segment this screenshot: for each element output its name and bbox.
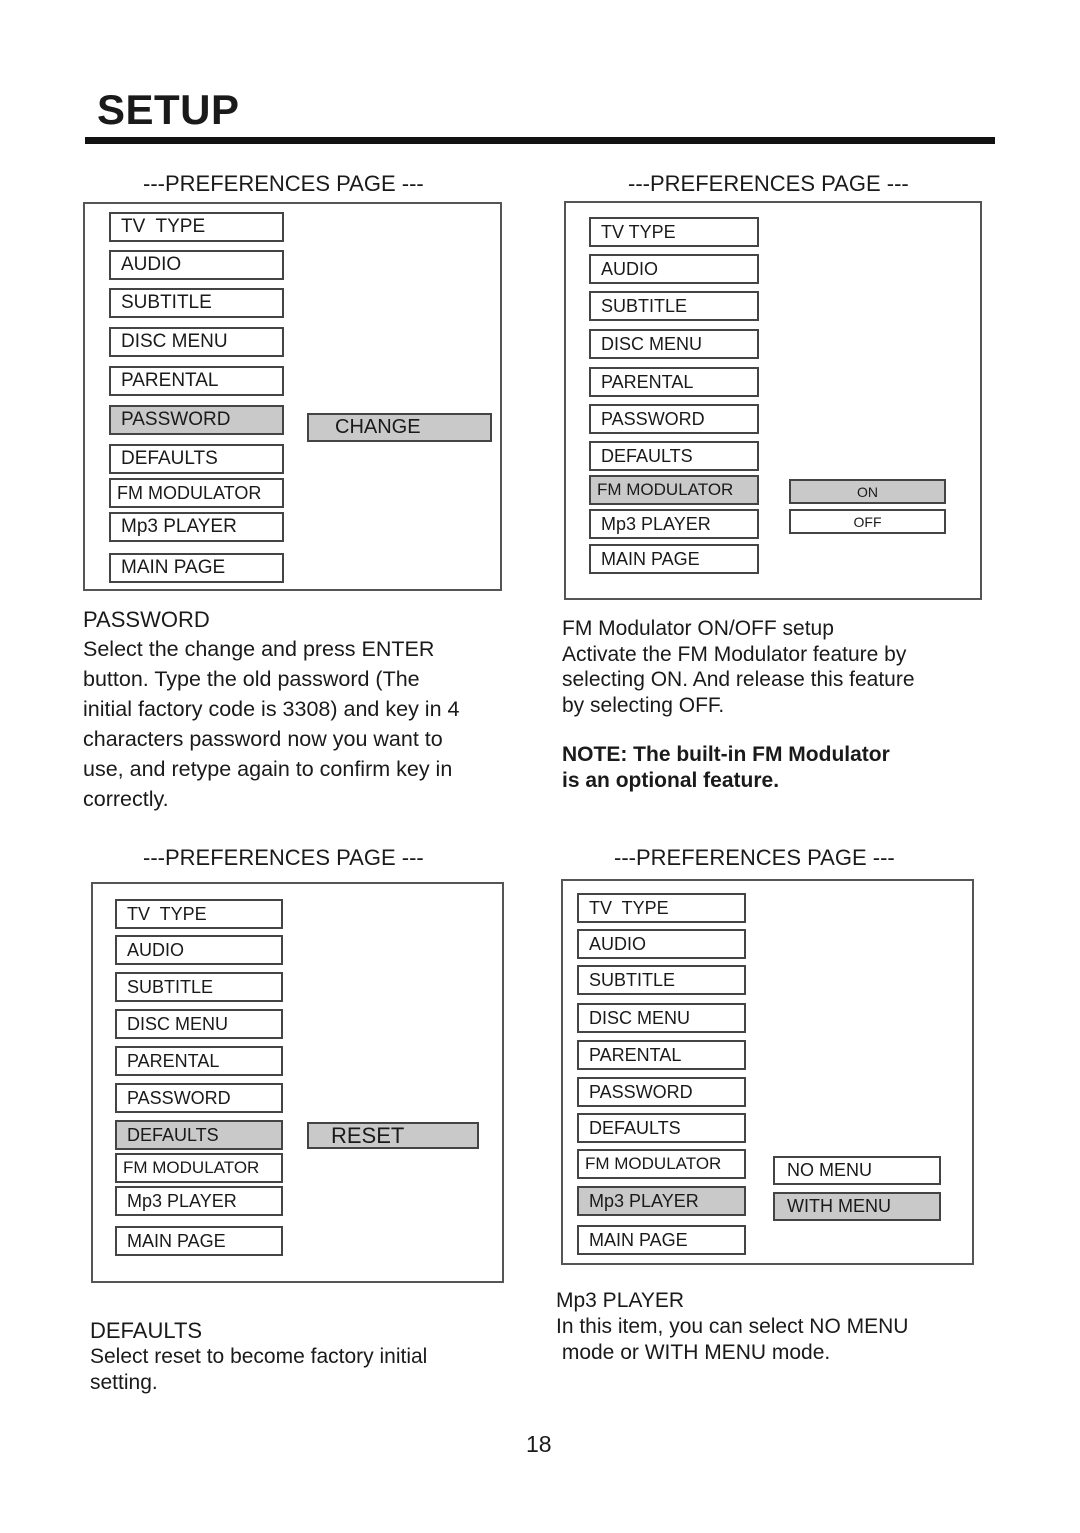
panel-2-heading: ---PREFERENCES PAGE ---	[628, 171, 909, 196]
password-text-line: button. Type the old password (The	[83, 667, 420, 691]
menu-item-password[interactable]: PASSWORD	[577, 1077, 746, 1107]
menu-item-defaults[interactable]: DEFAULTS	[589, 441, 759, 471]
menu-item-defaults[interactable]: DEFAULTS	[115, 1120, 283, 1150]
menu-item-fm-modulator[interactable]: FM MODULATOR	[109, 478, 284, 508]
mp3-text-line: mode or WITH MENU mode.	[556, 1340, 831, 1364]
menu-item-audio[interactable]: AUDIO	[577, 929, 746, 959]
panel-4-heading: ---PREFERENCES PAGE ---	[614, 845, 895, 870]
menu-item-main-page[interactable]: MAIN PAGE	[589, 544, 759, 574]
menu-item-fm-modulator[interactable]: FM MODULATOR	[577, 1149, 746, 1179]
page-number: 18	[526, 1431, 552, 1457]
password-description: PASSWORD Select the change and press ENT…	[83, 606, 533, 814]
panel-1-heading: ---PREFERENCES PAGE ---	[143, 171, 424, 196]
password-text: Select the change and press ENTER button.…	[83, 634, 533, 814]
menu-item-disc-menu[interactable]: DISC MENU	[577, 1003, 746, 1033]
menu-item-password[interactable]: PASSWORD	[109, 405, 284, 435]
fm-text-line: Activate the FM Modulator feature by	[562, 642, 907, 666]
menu-item-subtitle[interactable]: SUBTITLE	[115, 972, 283, 1002]
menu-item-subtitle[interactable]: SUBTITLE	[109, 288, 284, 318]
menu-item-mp3-player[interactable]: Mp3 PLAYER	[589, 509, 759, 539]
preferences-panel-password: TV TYPE AUDIO SUBTITLE DISC MENU PARENTAL PAS…	[83, 202, 502, 591]
menu-item-defaults[interactable]: DEFAULTS	[109, 444, 284, 474]
menu-item-audio[interactable]: AUDIO	[589, 254, 759, 284]
menu-item-subtitle[interactable]: SUBTITLE	[577, 965, 746, 995]
defaults-text-line: setting.	[90, 1370, 158, 1394]
menu-item-mp3-player[interactable]: Mp3 PLAYER	[115, 1186, 283, 1216]
menu-item-disc-menu[interactable]: DISC MENU	[589, 329, 759, 359]
password-heading: PASSWORD	[83, 607, 210, 632]
menu-item-mp3-player[interactable]: Mp3 PLAYER	[109, 512, 284, 542]
menu-item-disc-menu[interactable]: DISC MENU	[109, 327, 284, 357]
option-no-menu-button[interactable]: NO MENU	[773, 1156, 941, 1185]
option-with-menu-button[interactable]: WITH MENU	[773, 1192, 941, 1221]
mp3-text-line: In this item, you can select NO MENU	[556, 1315, 909, 1338]
fm-note-line: NOTE: The built-in FM Modulator	[562, 743, 890, 766]
menu-item-audio[interactable]: AUDIO	[115, 935, 283, 965]
fm-text: FM Modulator ON/OFF setup Activate the FM…	[562, 616, 1002, 718]
password-text-line: characters password now you want to	[83, 727, 443, 751]
menu-item-parental[interactable]: PARENTAL	[115, 1046, 283, 1076]
menu-item-tv-type[interactable]: TV TYPE	[589, 217, 759, 247]
panel-3-heading: ---PREFERENCES PAGE ---	[143, 845, 424, 870]
defaults-heading: DEFAULTS	[90, 1318, 203, 1343]
mp3-heading: Mp3 PLAYER	[556, 1289, 684, 1312]
fm-description: FM Modulator ON/OFF setup Activate the FM…	[562, 616, 1002, 793]
menu-item-subtitle[interactable]: SUBTITLE	[589, 291, 759, 321]
option-reset-button[interactable]: RESET	[307, 1122, 479, 1149]
option-change-button[interactable]: CHANGE	[307, 413, 492, 442]
option-on-button[interactable]: ON	[789, 479, 946, 504]
menu-item-fm-modulator[interactable]: FM MODULATOR	[589, 475, 759, 505]
defaults-text-line: Select reset to become factory initial	[90, 1345, 428, 1368]
page-title: SETUP	[97, 86, 240, 133]
menu-item-main-page[interactable]: MAIN PAGE	[109, 553, 284, 583]
menu-item-password[interactable]: PASSWORD	[115, 1083, 283, 1113]
menu-item-fm-modulator[interactable]: FM MODULATOR	[115, 1153, 283, 1183]
password-text-line: initial factory code is 3308) and key in…	[83, 697, 460, 721]
password-text-line: Select the change and press ENTER	[83, 637, 435, 661]
fm-note-line: is an optional feature.	[562, 768, 780, 792]
defaults-text: Select reset to become factory initial se…	[90, 1344, 530, 1395]
mp3-description: Mp3 PLAYER In this item, you can select …	[556, 1288, 996, 1365]
password-text-line: correctly.	[83, 787, 169, 811]
menu-item-parental[interactable]: PARENTAL	[589, 367, 759, 397]
menu-item-parental[interactable]: PARENTAL	[577, 1040, 746, 1070]
preferences-panel-mp3-player: TV TYPE AUDIO SUBTITLE DISC MENU PARENTAL PAS…	[561, 879, 974, 1265]
menu-item-tv-type[interactable]: TV TYPE	[115, 899, 283, 929]
preferences-panel-defaults: TV TYPE AUDIO SUBTITLE DISC MENU PARENTAL PAS…	[91, 882, 504, 1283]
title-rule	[85, 137, 995, 144]
mp3-text: In this item, you can select NO MENU mod…	[556, 1314, 996, 1365]
menu-item-audio[interactable]: AUDIO	[109, 250, 284, 280]
menu-item-tv-type[interactable]: TV TYPE	[109, 212, 284, 242]
menu-item-main-page[interactable]: MAIN PAGE	[115, 1226, 283, 1256]
menu-item-main-page[interactable]: MAIN PAGE	[577, 1225, 746, 1255]
password-text-line: use, and retype again to confirm key in	[83, 757, 453, 781]
option-off-button[interactable]: OFF	[789, 509, 946, 534]
fm-text-line: FM Modulator ON/OFF setup	[562, 617, 834, 640]
fm-text-line: by selecting OFF.	[562, 693, 725, 717]
preferences-panel-fm-modulator: TV TYPE AUDIO SUBTITLE DISC MENU PARENTAL PAS…	[564, 201, 982, 600]
fm-text-line: selecting ON. And release this feature	[562, 668, 915, 691]
fm-note: NOTE: The built-in FM Modulator is an opt…	[562, 742, 1002, 793]
menu-item-parental[interactable]: PARENTAL	[109, 366, 284, 396]
menu-item-defaults[interactable]: DEFAULTS	[577, 1113, 746, 1143]
menu-item-disc-menu[interactable]: DISC MENU	[115, 1009, 283, 1039]
menu-item-password[interactable]: PASSWORD	[589, 404, 759, 434]
menu-item-tv-type[interactable]: TV TYPE	[577, 893, 746, 923]
defaults-description: DEFAULTS Select reset to become factory …	[90, 1318, 530, 1395]
menu-item-mp3-player[interactable]: Mp3 PLAYER	[577, 1186, 746, 1216]
